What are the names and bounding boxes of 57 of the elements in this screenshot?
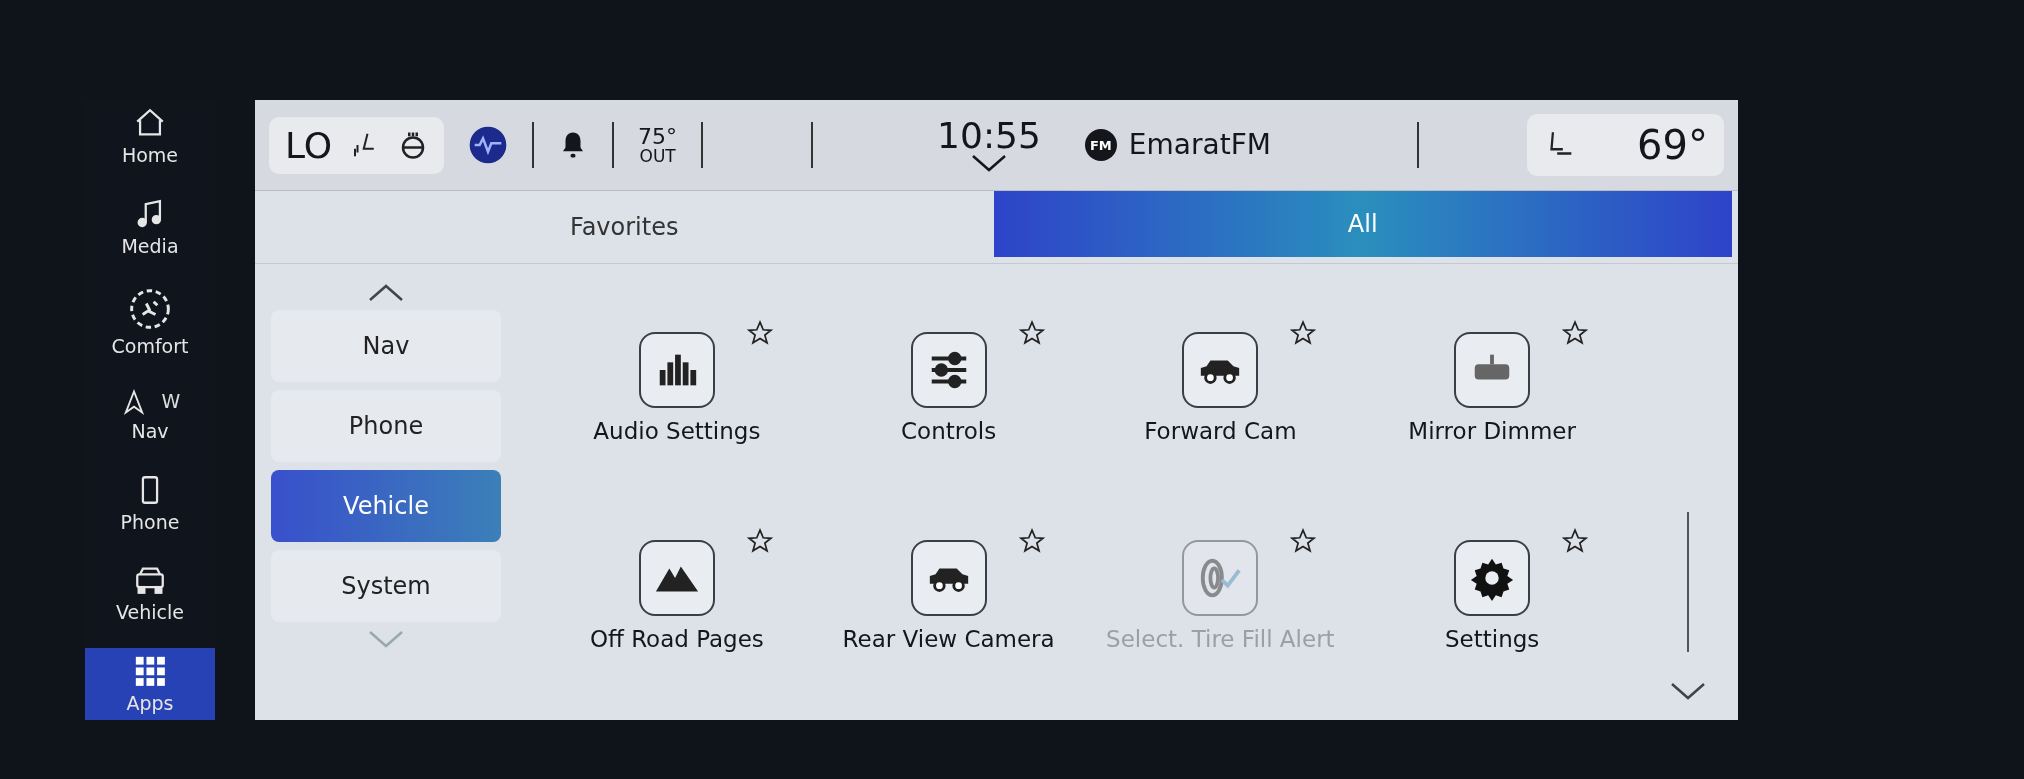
app-label: Select. Tire Fill Alert	[1106, 626, 1335, 652]
star-icon[interactable]	[1562, 528, 1588, 554]
side-nav-label: Vehicle	[116, 601, 184, 624]
category-item[interactable]: Phone	[271, 390, 501, 462]
app-tile[interactable]	[910, 332, 987, 408]
side-nav-item[interactable]: W Nav	[85, 381, 215, 448]
side-nav-item[interactable]: Apps	[85, 647, 215, 720]
chevron-up-icon[interactable]	[368, 284, 404, 302]
app-label: Forward Cam	[1144, 418, 1297, 444]
category-item[interactable]: Nav	[271, 310, 501, 382]
side-nav-label: Apps	[126, 691, 174, 714]
radio-station: EmaratFM	[1128, 131, 1271, 159]
side-nav-label: Home	[121, 144, 179, 166]
assistant-orb-icon[interactable]	[468, 125, 509, 165]
side-nav-item[interactable]: Phone	[85, 466, 215, 539]
clock-time: 10:55	[937, 118, 1041, 154]
compass-heading: W	[161, 392, 181, 412]
app-tile[interactable]	[1454, 540, 1531, 616]
side-nav-label: Media	[121, 234, 179, 257]
star-icon[interactable]	[1018, 320, 1045, 346]
app-label: Mirror Dimmer	[1408, 418, 1576, 444]
side-nav-item[interactable]: Comfort	[85, 281, 215, 364]
app-tile[interactable]	[1182, 332, 1259, 408]
climate-right-control[interactable]: 69°	[1527, 114, 1724, 176]
app-tile[interactable]	[910, 540, 987, 616]
side-nav-label: Phone	[120, 510, 180, 533]
app-tile[interactable]	[638, 332, 715, 408]
star-icon[interactable]	[1562, 320, 1588, 346]
side-nav-item[interactable]: Vehicle	[85, 557, 215, 630]
app-label: Audio Settings	[593, 418, 761, 444]
app-label: Settings	[1444, 626, 1540, 652]
star-icon[interactable]	[1018, 528, 1045, 554]
category-item[interactable]: System	[271, 550, 501, 622]
chevron-down-icon[interactable]	[971, 154, 1007, 172]
star-icon[interactable]	[746, 528, 773, 554]
tab[interactable]: Favorites	[255, 191, 994, 263]
outside-temperature: 75°	[638, 125, 678, 148]
side-nav-item[interactable]: Media	[85, 190, 215, 263]
chevron-down-icon[interactable]	[1670, 682, 1706, 700]
app-label: Controls	[901, 418, 997, 444]
tab[interactable]: All	[993, 191, 1732, 257]
side-nav-item[interactable]: Home	[85, 100, 215, 172]
outside-label: OUT	[639, 147, 676, 165]
star-icon[interactable]	[1290, 320, 1317, 346]
app-label: Rear View Camera	[842, 626, 1055, 652]
app-tile[interactable]	[638, 540, 715, 616]
star-icon[interactable]	[1290, 528, 1317, 554]
temperature-setting: LO	[285, 124, 333, 166]
app-label: Off Road Pages	[589, 626, 764, 652]
side-nav-label: Nav	[131, 419, 169, 442]
star-icon[interactable]	[746, 320, 773, 346]
fm-badge: FM	[1084, 129, 1117, 161]
temperature-setting: 69°	[1637, 122, 1708, 168]
climate-left-control[interactable]: LO	[269, 116, 445, 174]
side-nav-label: Comfort	[111, 335, 189, 358]
category-item[interactable]: Vehicle	[271, 470, 501, 542]
app-tile[interactable]	[1454, 332, 1531, 408]
